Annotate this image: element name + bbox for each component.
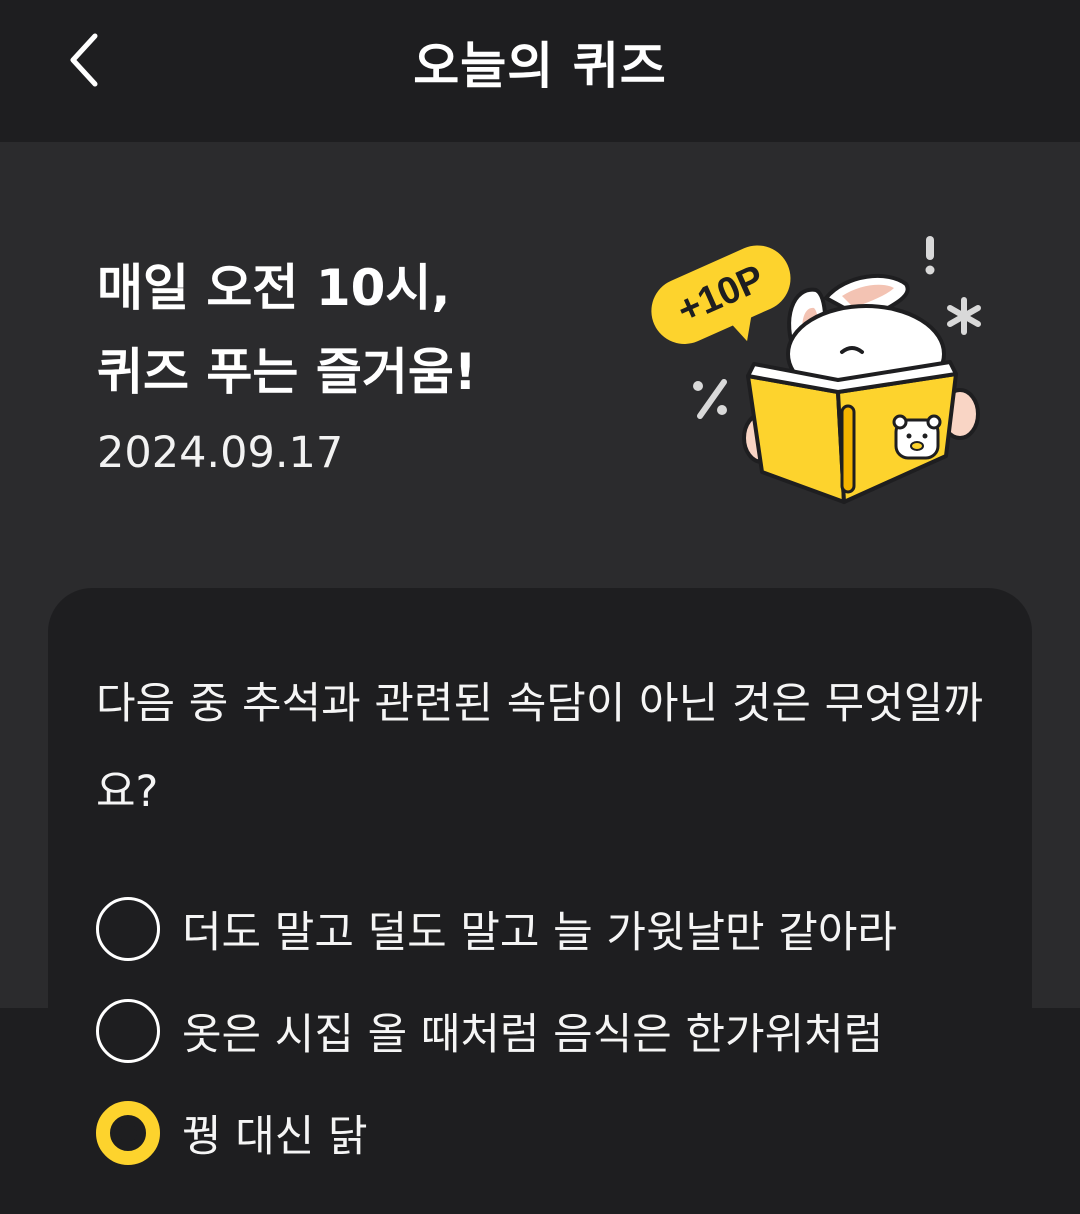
hero-headline-line2: 퀴즈 푸는 즐거움!	[97, 343, 477, 401]
percent-icon	[693, 379, 727, 419]
book-icon	[746, 374, 846, 504]
answer-option-label: 꿩 대신 닭	[182, 1112, 368, 1162]
bear-logo-icon	[892, 414, 942, 460]
answer-option-1[interactable]: 더도 말고 덜도 말고 늘 가윗날만 같아라	[96, 893, 897, 965]
page-title: 오늘의 퀴즈	[413, 37, 667, 95]
answer-option-3[interactable]: 꿩 대신 닭	[96, 1097, 368, 1169]
quiz-question: 다음 중 추석과 관련된 속담이 아닌 것은 무엇일까요?	[96, 679, 983, 817]
radio-button[interactable]	[96, 999, 160, 1063]
quiz-screen: 오늘의 퀴즈 매일 오전 10시, 퀴즈 푸는 즐거움! 2024.09.17	[0, 0, 1080, 1214]
reading-rabbit-illustration: +10P	[651, 236, 981, 504]
radio-button-selected[interactable]	[96, 1101, 160, 1165]
asterisk-icon	[947, 297, 981, 335]
radio-button[interactable]	[96, 897, 160, 961]
answer-option-label: 옷은 시집 올 때처럼 음식은 한가위처럼	[182, 1010, 884, 1060]
top-bar: 오늘의 퀴즈	[0, 0, 1080, 142]
points-badge: +10P	[651, 245, 791, 344]
hero-headline-line1: 매일 오전 10시,	[97, 259, 451, 317]
exclamation-icon	[926, 236, 934, 260]
quiz-date: 2024.09.17	[97, 428, 344, 478]
answer-option-label: 더도 말고 덜도 말고 늘 가윗날만 같아라	[182, 908, 897, 958]
answer-option-2[interactable]: 옷은 시집 올 때처럼 음식은 한가위처럼	[96, 995, 883, 1067]
